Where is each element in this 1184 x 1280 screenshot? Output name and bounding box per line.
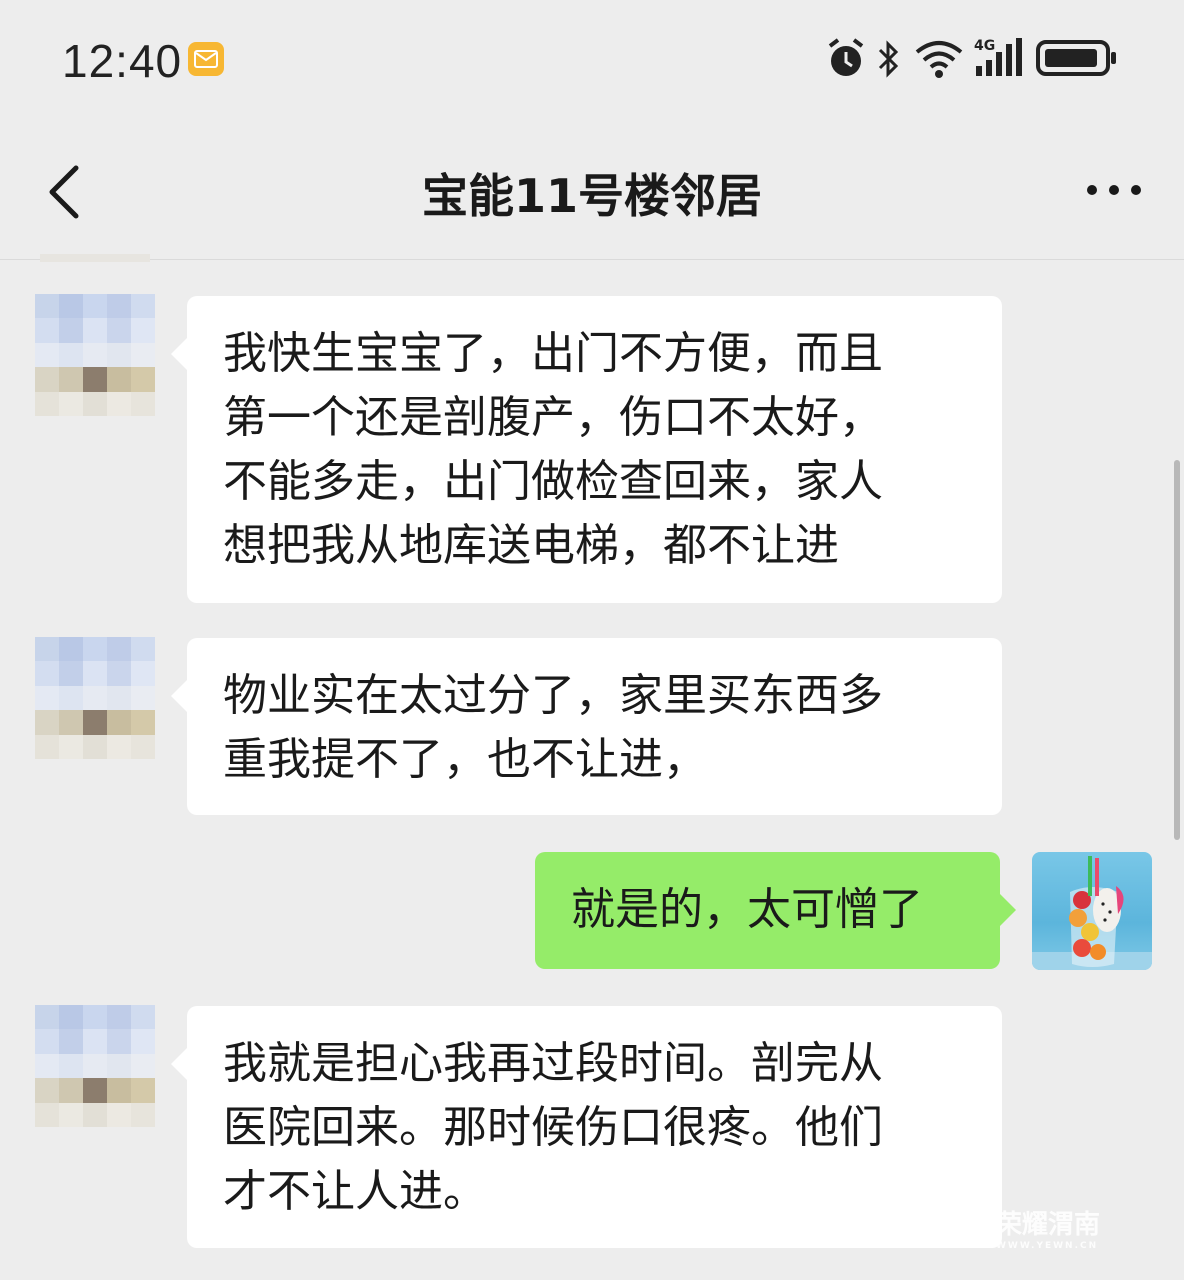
self-avatar[interactable] <box>1032 852 1152 970</box>
message-line: 第一个还是剖腹产，伤口不太好， <box>223 392 883 443</box>
message-bubble[interactable]: 我快生宝宝了，出门不方便，而且 第一个还是剖腹产，伤口不太好， 不能多走，出门做… <box>171 296 1002 603</box>
message-line: 才不让人进。 <box>223 1166 487 1217</box>
message-line: 我快生宝宝了，出门不方便，而且 <box>223 328 883 379</box>
contact-avatar[interactable] <box>35 1005 155 1127</box>
message-line: 想把我从地库送电梯，都不让进 <box>223 520 839 571</box>
system-icons: 4G <box>826 36 1126 82</box>
watermark-text: 荣耀渭南 <box>996 1210 1101 1240</box>
mail-notification-icon <box>188 42 224 76</box>
message-line: 物业实在太过分了，家里买东西多 <box>223 670 883 721</box>
cellular-signal-icon <box>976 38 1022 76</box>
more-dots-icon[interactable] <box>1084 170 1144 210</box>
message-line: 就是的，太可憎了 <box>571 884 923 935</box>
wifi-icon <box>915 41 963 78</box>
clock-time: 12:40 <box>62 35 183 87</box>
chat-scrollbar[interactable] <box>1174 460 1180 840</box>
message-line: 不能多走，出门做检查回来，家人 <box>223 456 883 507</box>
previous-avatar-fragment <box>40 254 150 262</box>
chat-header: 宝能11号楼邻居 <box>0 120 1184 260</box>
message-bubble-self[interactable]: 就是的，太可憎了 <box>535 852 1016 969</box>
alarm-icon <box>828 38 864 76</box>
contact-avatar[interactable] <box>35 637 155 759</box>
contact-avatar[interactable] <box>35 294 155 416</box>
header-divider <box>0 259 1184 260</box>
message-line: 医院回来。那时候伤口很疼。他们 <box>223 1102 883 1153</box>
message-bubble[interactable]: 物业实在太过分了，家里买东西多 重我提不了，也不让进， <box>171 638 1002 815</box>
chat-title: 宝能11号楼邻居 <box>421 169 762 223</box>
bluetooth-icon <box>878 40 899 78</box>
watermark-sub: WWW.YEWN.CN <box>996 1241 1099 1251</box>
watermark: 荣耀渭南 WWW.YEWN.CN <box>996 1204 1156 1264</box>
message-line: 我就是担心我再过段时间。剖完从 <box>223 1038 883 1089</box>
battery-icon <box>1036 40 1116 76</box>
message-bubble[interactable]: 我就是担心我再过段时间。剖完从 医院回来。那时候伤口很疼。他们 才不让人进。 <box>171 1006 1002 1248</box>
status-bar: 12:40 4G <box>0 0 1184 120</box>
message-line: 重我提不了，也不让进， <box>223 734 707 785</box>
